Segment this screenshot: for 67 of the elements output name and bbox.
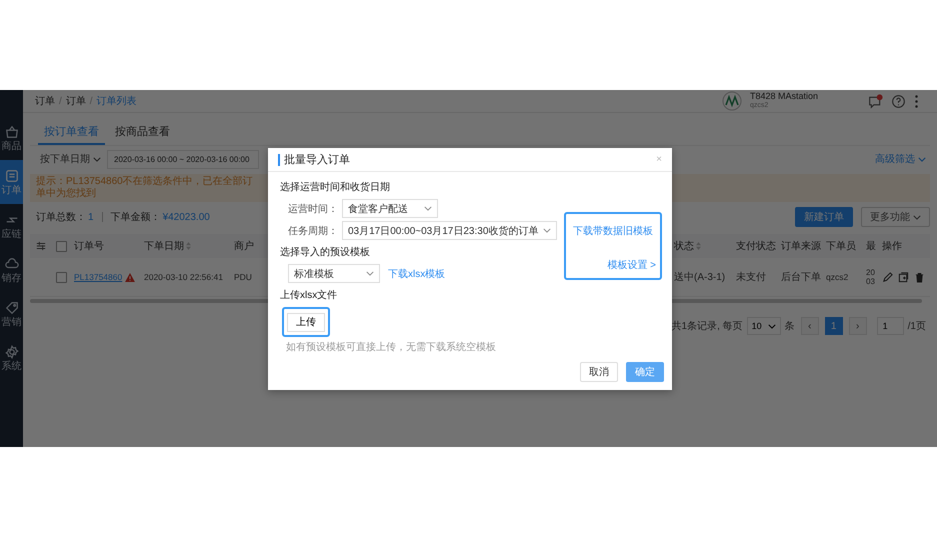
cancel-button[interactable]: 取消 <box>580 362 618 382</box>
column-header: 操作 <box>882 240 902 253</box>
account-name: T8428 MAstation <box>750 92 820 101</box>
table-cell: 03 <box>866 277 875 286</box>
page-size-dropdown[interactable]: 10 <box>746 317 781 335</box>
record-total: 共1条记录, 每页 <box>672 320 743 333</box>
date-range-field[interactable]: 2020-03-16 00:00 ~ 2020-03-16 00:00 <box>107 150 259 168</box>
order-amount-label: 下单金额： <box>110 210 161 224</box>
table-cell-text: 送中(A-3-1) <box>674 270 726 284</box>
order-count: 1 <box>88 212 94 222</box>
column-header[interactable]: 下单日期 <box>144 239 191 253</box>
column-header: 最 <box>866 240 876 253</box>
sidebar-item[interactable]: 销存 <box>0 248 23 292</box>
breadcrumb-separator: / <box>59 96 62 106</box>
breadcrumb-separator: / <box>90 96 93 106</box>
sidebar-item[interactable]: 商品 <box>0 116 23 160</box>
page-input[interactable]: 1 <box>876 317 904 335</box>
sidebar-item[interactable]: 订单 <box>0 160 23 204</box>
table-cell-text: qzcs2 <box>826 272 850 282</box>
breadcrumb-item[interactable]: 订单 <box>66 94 86 108</box>
view-tab[interactable]: 按订单查看 <box>38 119 105 145</box>
close-button[interactable]: × <box>656 154 662 165</box>
more-functions-dropdown[interactable]: 更多功能 <box>861 207 930 227</box>
table-cell-text: 2020-03-10 22:56:41 <box>144 272 224 282</box>
field-label: 任务周期： <box>288 224 338 238</box>
view-tab[interactable]: 按商品查看 <box>109 119 176 145</box>
select-field[interactable]: 食堂客户配送 <box>342 199 438 218</box>
template-settings-link[interactable]: 模板设置 > <box>607 258 656 272</box>
table-cell-text: PDU <box>234 272 253 282</box>
field-label: 运营时间： <box>288 202 338 216</box>
sidebar-item[interactable]: 营销 <box>0 292 23 336</box>
table-cell-text: 未支付 <box>736 270 767 284</box>
download-template-link[interactable]: 下载xlsx模板 <box>388 266 446 280</box>
breadcrumb-item[interactable]: 订单列表 <box>96 94 137 108</box>
previous-page-button[interactable]: ‹ <box>800 317 819 335</box>
section-title: 上传xlsx文件 <box>280 288 338 302</box>
table-cell-text: 后台下单 <box>781 270 822 284</box>
page-size-unit: 条 <box>784 320 795 333</box>
sidebar-item[interactable]: 系统 <box>0 336 23 380</box>
breadcrumb-item[interactable]: 订单 <box>35 94 55 108</box>
section-title: 选择导入的预设模板 <box>280 246 370 259</box>
order-number-link[interactable]: PL13754860 <box>74 272 122 282</box>
order-count-label: 订单总数： <box>36 210 86 224</box>
section-title: 选择运营时间和收货日期 <box>280 180 390 194</box>
column-header: 订单来源 <box>781 240 821 253</box>
page-total: /1页 <box>908 320 926 333</box>
tip-text: 提示：PL13754860不在筛选条件中，已在全部订单中为您找到 <box>36 176 254 200</box>
upload-button[interactable]: 上传 <box>287 312 325 332</box>
column-header: 支付状态 <box>736 240 776 253</box>
download-old-template-link[interactable]: 下载带数据旧模板 <box>573 224 653 238</box>
upload-hint: 如有预设模板可直接上传，无需下载系统空模板 <box>285 340 496 354</box>
column-header: 下单员 <box>826 240 856 253</box>
new-order-button[interactable]: 新建订单 <box>795 207 853 227</box>
date-type-dropdown[interactable]: 按下单日期 <box>40 152 101 166</box>
advanced-filter-link[interactable]: 高级筛选 <box>875 152 926 166</box>
next-page-button[interactable]: › <box>848 317 867 335</box>
order-amount: ¥42023.00 <box>162 212 210 222</box>
column-header: 商户 <box>234 240 254 253</box>
confirm-button[interactable]: 确定 <box>626 362 664 382</box>
page-button[interactable]: 1 <box>824 317 843 335</box>
column-header: 订单号 <box>74 240 104 253</box>
dialog-title: 批量导入订单 <box>278 154 350 166</box>
template-select[interactable]: 标准模板 <box>288 264 380 283</box>
table-cell: 20 <box>866 268 875 277</box>
select-field[interactable]: 03月17日00:00~03月17日23:30收货的订单 <box>342 221 558 240</box>
column-header[interactable]: 状态 <box>674 239 701 253</box>
sidebar-item[interactable]: 应链 <box>0 204 23 248</box>
